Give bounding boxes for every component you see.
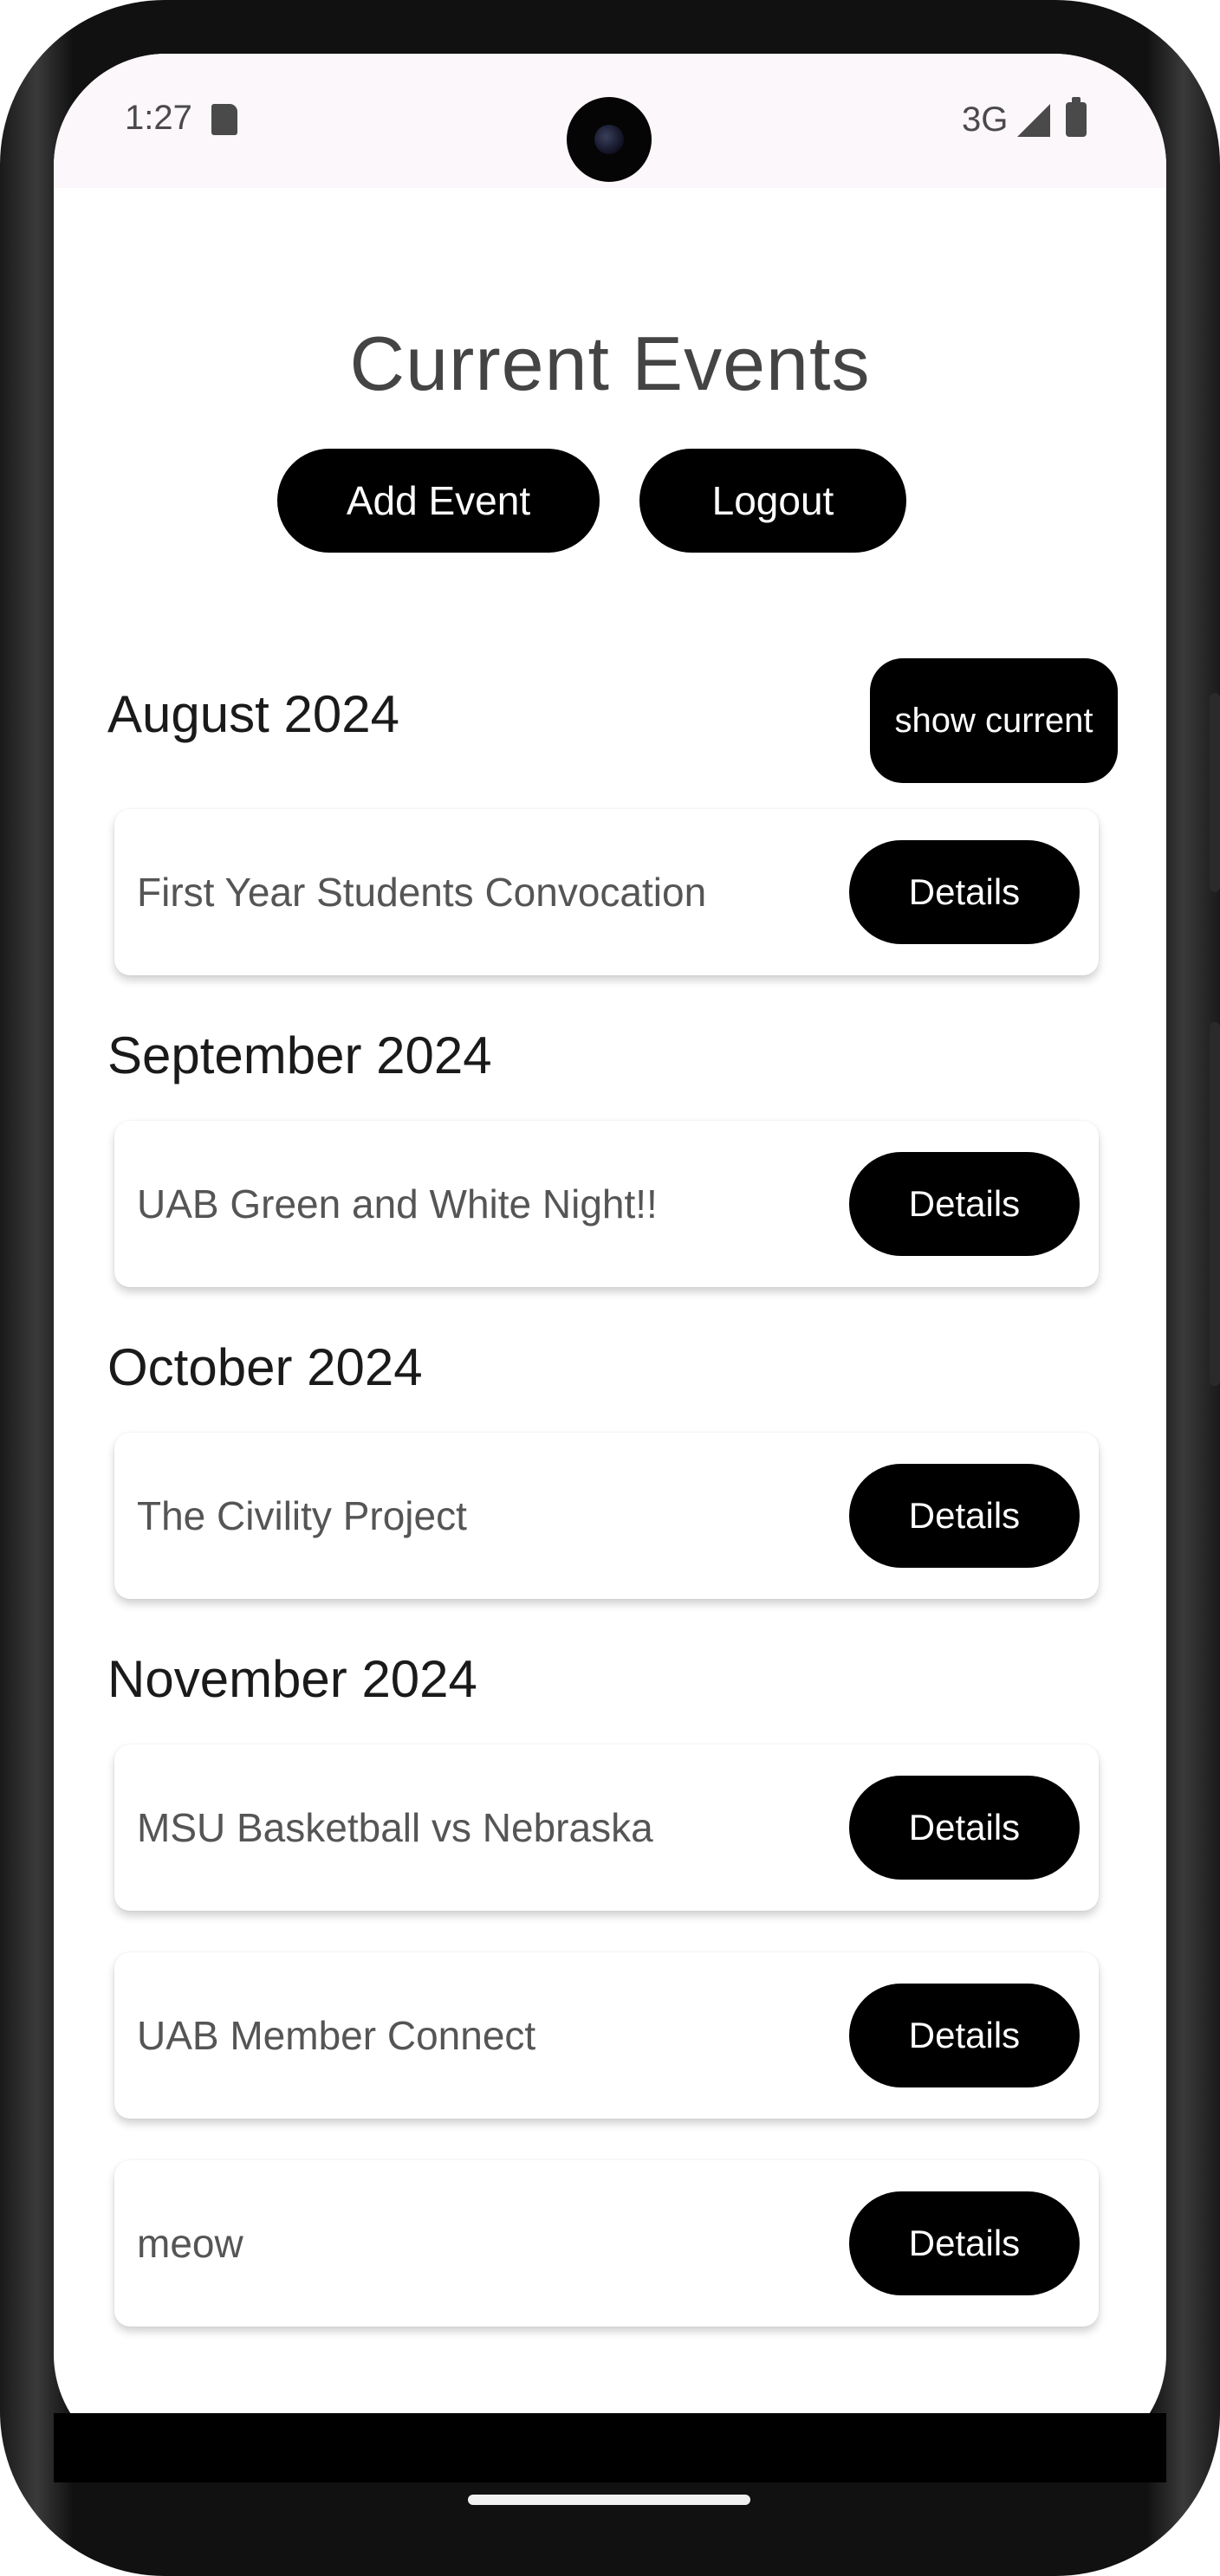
details-button[interactable]: Details bbox=[849, 2191, 1080, 2295]
details-button[interactable]: Details bbox=[849, 1984, 1080, 2087]
details-button[interactable]: Details bbox=[849, 840, 1080, 944]
status-time: 1:27 bbox=[125, 99, 192, 137]
add-event-button[interactable]: Add Event bbox=[277, 449, 600, 553]
details-button[interactable]: Details bbox=[849, 1464, 1080, 1568]
page-title: Current Events bbox=[349, 320, 871, 406]
event-title: UAB Green and White Night!! bbox=[137, 1181, 658, 1227]
event-title: The Civility Project bbox=[137, 1493, 467, 1538]
month-heading-november: November 2024 bbox=[107, 1650, 477, 1708]
event-card: MSU Basketball vs Nebraska Details bbox=[114, 1744, 1099, 1911]
event-card: First Year Students Convocation Details bbox=[114, 809, 1099, 975]
front-camera bbox=[567, 97, 652, 182]
event-title: MSU Basketball vs Nebraska bbox=[137, 1805, 653, 1850]
signal-icon bbox=[1017, 104, 1050, 137]
event-card: UAB Green and White Night!! Details bbox=[114, 1121, 1099, 1287]
logout-button[interactable]: Logout bbox=[639, 449, 906, 553]
status-bar: 1:27 3G bbox=[54, 54, 1166, 188]
volume-button bbox=[1210, 693, 1220, 892]
show-current-button[interactable]: show current bbox=[870, 658, 1118, 783]
network-type: 3G bbox=[962, 100, 1009, 139]
navigation-bar bbox=[54, 2413, 1166, 2482]
month-heading-august: August 2024 bbox=[107, 685, 399, 743]
details-button[interactable]: Details bbox=[849, 1776, 1080, 1880]
event-title: meow bbox=[137, 2221, 243, 2266]
home-indicator[interactable] bbox=[468, 2495, 750, 2505]
power-button bbox=[1210, 1022, 1220, 1386]
event-card: UAB Member Connect Details bbox=[114, 1952, 1099, 2119]
battery-icon bbox=[1066, 97, 1087, 137]
event-card: meow Details bbox=[114, 2160, 1099, 2327]
event-card: The Civility Project Details bbox=[114, 1433, 1099, 1599]
month-heading-october: October 2024 bbox=[107, 1338, 423, 1396]
event-title: First Year Students Convocation bbox=[137, 870, 707, 915]
details-button[interactable]: Details bbox=[849, 1152, 1080, 1256]
event-title: UAB Member Connect bbox=[137, 2013, 536, 2058]
month-heading-september: September 2024 bbox=[107, 1026, 492, 1084]
sd-card-icon bbox=[211, 104, 237, 135]
